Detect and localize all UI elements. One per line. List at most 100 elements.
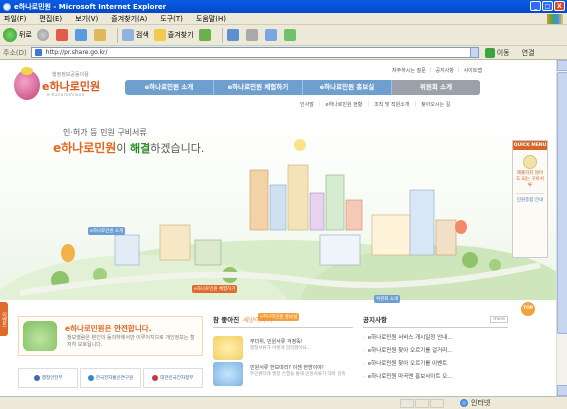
- back-button[interactable]: 뒤로: [3, 28, 32, 42]
- window-controls: _ □ X: [530, 1, 565, 11]
- divider: |: [457, 67, 460, 73]
- subnav-greeting[interactable]: 인사말: [300, 101, 314, 108]
- menu-file[interactable]: 파일(F): [4, 14, 26, 24]
- stop-button[interactable]: [55, 29, 70, 41]
- back-label: 뒤로: [19, 31, 32, 39]
- divider: |: [429, 67, 432, 73]
- history-button[interactable]: [198, 29, 213, 41]
- subnav-organization[interactable]: 조직 및 직원소개: [374, 101, 409, 108]
- partner-label: 한국전자통신연구원: [95, 376, 134, 381]
- menu-bar: 파일(F) 편집(E) 보기(V) 즐겨찾기(A) 도구(T) 도움말(H): [0, 13, 567, 25]
- divider: |: [367, 101, 370, 107]
- favorites-button[interactable]: 즐겨찾기: [153, 29, 194, 41]
- gnb-intro[interactable]: e하나로민원 소개: [125, 80, 214, 95]
- site-logo[interactable]: 행정정보공동이용 e하나로민원 e-hanaromiwon: [14, 67, 104, 110]
- notice-section: 공지사항 more e하나로민원 서비스 개시일정 안내... e하나로민원 찾…: [363, 314, 508, 394]
- menu-help[interactable]: 도움말(H): [196, 14, 226, 24]
- story-thumbnail[interactable]: [213, 336, 243, 360]
- toolbar-divider: [116, 27, 118, 43]
- messenger-button[interactable]: [283, 29, 298, 41]
- edit-icon: [264, 29, 277, 41]
- story-title-main: 참 좋아진: [213, 316, 240, 324]
- forward-button[interactable]: [36, 29, 51, 41]
- window-title: e하나로민원 - Microsoft Internet Explorer: [14, 2, 167, 11]
- sitemap-link[interactable]: 사이트맵: [464, 67, 482, 74]
- links-button[interactable]: 연결: [522, 48, 535, 58]
- partner-label: 대한민국전자정부: [160, 376, 194, 381]
- print-button[interactable]: [245, 29, 260, 41]
- utility-links: 자주하시는 질문 | 공지사항 | 사이트맵: [392, 67, 482, 74]
- bottom-content: e하나로민원은 안전합니다. 정보열람은 본인의 동의하에서만 이루어지므로 개…: [0, 306, 556, 396]
- story-item-title[interactable]: 무더위, 민원서류 걱정뚝!: [250, 338, 303, 345]
- partner-etri[interactable]: 한국전자통신연구원: [80, 368, 141, 388]
- partner-egov[interactable]: 대한민국전자정부: [142, 368, 203, 388]
- notice-link[interactable]: 공지사항: [435, 67, 453, 74]
- history-icon: [198, 29, 211, 41]
- notice-item[interactable]: e하나로민원 찾아 오르기를 이벤트: [363, 359, 508, 367]
- gnb-committee[interactable]: 위원회 소개: [392, 80, 480, 95]
- story-thumbnail[interactable]: [213, 362, 243, 386]
- window-titlebar: e하나로민원 - Microsoft Internet Explorer _ □…: [0, 0, 567, 13]
- logo-tagline: 행정정보공동이용: [52, 72, 89, 78]
- sub-navigation: 인사말 | e하나로민원 현황 | 조직 및 직원소개 | 찾아오시는 길: [300, 101, 450, 108]
- search-button[interactable]: 검색: [121, 29, 149, 41]
- go-button[interactable]: 이동: [484, 47, 510, 58]
- notice-header: 공지사항 more: [363, 314, 508, 324]
- status-panel: [430, 398, 444, 408]
- faq-link[interactable]: 자주하시는 질문: [392, 67, 426, 74]
- forward-arrow-icon: [36, 29, 49, 41]
- story-title-script: 세상이야기: [242, 316, 273, 324]
- menu-tools[interactable]: 도구(T): [160, 14, 183, 24]
- partner-mopas[interactable]: 행정안전부: [18, 368, 79, 388]
- address-dropdown-button[interactable]: [469, 47, 479, 58]
- quick-menu-title: QUICK MENU: [513, 141, 547, 150]
- gnb-experience[interactable]: e하나로민원 체험하기: [214, 80, 303, 95]
- scroll-up-button[interactable]: [557, 60, 567, 71]
- messenger-icon: [283, 29, 296, 41]
- menu-view[interactable]: 보기(V): [75, 14, 98, 24]
- logo-subtitle: e-hanaromiwon: [47, 92, 85, 97]
- security-notice-box[interactable]: e하나로민원은 안전합니다. 정보열람은 본인의 동의하에서만 이루어지므로 개…: [18, 316, 203, 356]
- gnb-pr-room[interactable]: e하나로민원 홍보실: [303, 80, 392, 95]
- mail-button[interactable]: [226, 29, 241, 41]
- security-title-mid: 은: [104, 324, 115, 333]
- minimize-button[interactable]: _: [530, 1, 541, 11]
- hero-banner: 인·허가 등 민원 구비서류 e하나로민원이 해결하겠습니다. e하나로민원 소…: [0, 115, 556, 321]
- hero-brand: e하나로민원: [53, 141, 117, 155]
- quick-menu-item-documents[interactable]: 제출하지 않아도 되는 구비서류: [513, 171, 547, 189]
- security-title: e하나로민원은 안전합니다.: [65, 323, 151, 334]
- hero-accent: 해결: [129, 142, 151, 155]
- vertical-scrollbar[interactable]: [556, 60, 567, 396]
- printer-icon: [245, 29, 258, 41]
- scene-experience-label[interactable]: e하나로민원 체험하기: [192, 285, 238, 293]
- security-title-accent: 안전: [114, 324, 128, 333]
- scroll-down-button[interactable]: [557, 385, 567, 396]
- edit-button[interactable]: [264, 29, 279, 41]
- go-arrow-icon: [484, 47, 495, 58]
- back-arrow-icon: [3, 28, 17, 42]
- maximize-button[interactable]: □: [542, 1, 553, 11]
- partner-banners: 행정안전부 한국전자통신연구원 대한민국전자정부: [18, 368, 203, 388]
- subnav-status[interactable]: e하나로민원 현황: [326, 101, 363, 108]
- scroll-thumb[interactable]: [557, 72, 567, 334]
- notice-item[interactable]: e하나로민원 찾아 오르기를 걸거리...: [363, 346, 508, 354]
- search-label: 검색: [135, 31, 149, 39]
- menu-edit[interactable]: 편집(E): [39, 14, 62, 24]
- hero-tail: 하겠습니다.: [150, 142, 205, 155]
- search-icon: [121, 29, 134, 41]
- quick-menu-item-guide[interactable]: 민원종합 안내: [513, 198, 547, 204]
- scene-intro-label[interactable]: e하나로민원 소개: [88, 227, 126, 235]
- refresh-button[interactable]: [74, 29, 89, 41]
- home-button[interactable]: [93, 29, 108, 41]
- etri-logo-icon: [87, 375, 94, 381]
- url-input[interactable]: http://pr.share.go.kr/: [30, 47, 471, 58]
- menu-favorites[interactable]: 즐겨찾기(A): [111, 14, 147, 24]
- scene-committee-label[interactable]: 위원회 소개: [374, 295, 401, 303]
- close-button[interactable]: X: [554, 1, 565, 11]
- notice-item[interactable]: e하나로민원 서비스 개시일정 안내...: [363, 333, 508, 341]
- browser-toolbar: 뒤로 검색 즐겨찾기: [0, 25, 567, 46]
- notice-more-button[interactable]: more: [490, 315, 508, 323]
- subnav-directions[interactable]: 찾아오시는 길: [421, 101, 450, 108]
- notice-item[interactable]: e하나로민원 마곡맨 홍보사이트 오...: [363, 372, 508, 380]
- story-item-title[interactable]: 민원서류 한보따리? 이젠 한방이야!: [250, 364, 324, 371]
